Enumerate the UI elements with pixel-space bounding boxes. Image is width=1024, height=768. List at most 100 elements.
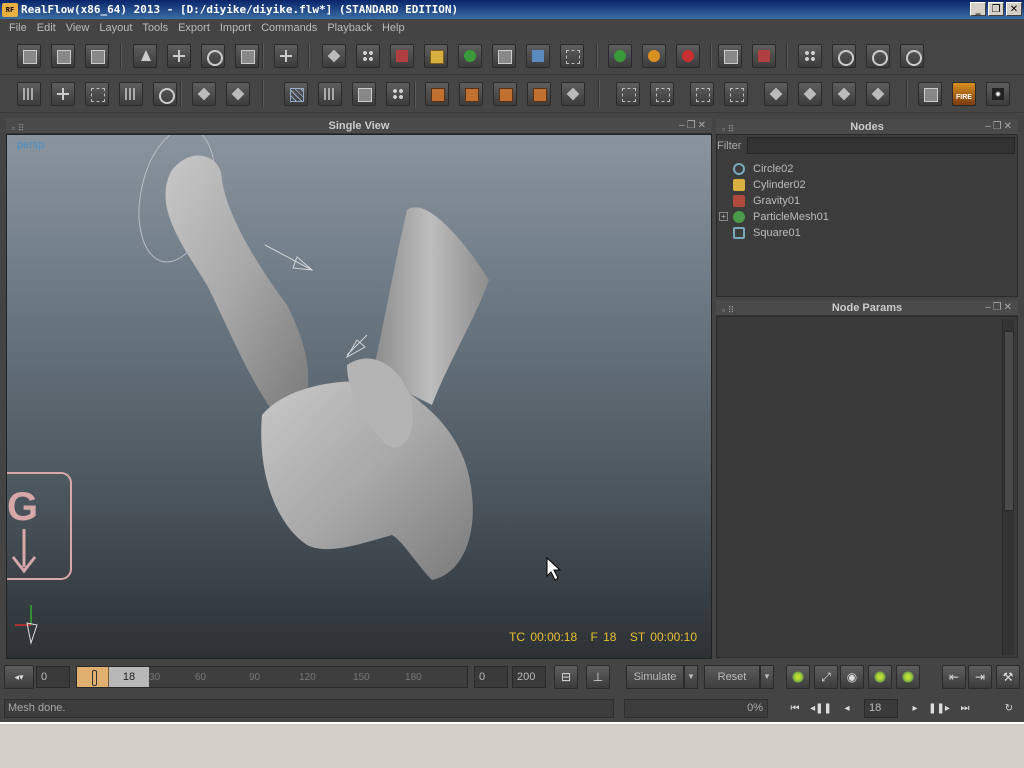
- range-start-field[interactable]: 0: [474, 666, 508, 688]
- panel-window-controls[interactable]: –❐✕: [679, 118, 708, 134]
- key-mode-icon[interactable]: ◂▾: [4, 665, 34, 689]
- playback-frame-field[interactable]: 18: [864, 699, 898, 718]
- add-particles-icon[interactable]: [356, 44, 380, 68]
- node-circle02[interactable]: Circle02: [719, 161, 1015, 177]
- sim-options-icon[interactable]: [786, 665, 810, 689]
- range-end-field[interactable]: 200: [512, 666, 546, 688]
- scrollbar-thumb[interactable]: [1004, 331, 1014, 511]
- sim-red-icon[interactable]: [676, 44, 700, 68]
- view-wire-icon[interactable]: [650, 82, 674, 106]
- graph-editor-icon[interactable]: ⤢: [814, 665, 838, 689]
- box-icon[interactable]: [192, 82, 216, 106]
- menu-import[interactable]: Import: [215, 22, 256, 34]
- snap-icon[interactable]: [51, 82, 75, 106]
- current-frame-field[interactable]: 18: [109, 667, 149, 687]
- sim-orange-icon[interactable]: [642, 44, 666, 68]
- shade-textured-icon[interactable]: [866, 82, 890, 106]
- add-camera-icon[interactable]: [492, 44, 516, 68]
- menu-file[interactable]: File: [4, 22, 32, 34]
- node-gravity01[interactable]: Gravity01: [719, 193, 1015, 209]
- renderkit-icon[interactable]: [986, 82, 1010, 106]
- frame-alt-icon[interactable]: [459, 82, 483, 106]
- reset-dropdown-icon[interactable]: ▼: [760, 665, 774, 689]
- menu-playback[interactable]: Playback: [322, 22, 377, 34]
- frame-icon[interactable]: [425, 82, 449, 106]
- timeline-scrubber[interactable]: [77, 667, 109, 687]
- reset-button[interactable]: Reset: [704, 665, 760, 689]
- batch-icon[interactable]: [832, 44, 856, 68]
- shade-flat-icon[interactable]: [764, 82, 788, 106]
- params-scrollbar[interactable]: [1002, 319, 1014, 655]
- panel-window-controls[interactable]: –❐✕: [985, 119, 1014, 135]
- new-scene-icon[interactable]: [17, 44, 41, 68]
- go-to-start-icon[interactable]: ⏮: [784, 699, 806, 718]
- menu-edit[interactable]: Edit: [32, 22, 61, 34]
- key-next-icon[interactable]: ⊥: [586, 665, 610, 689]
- play-forward-icon[interactable]: ▸: [904, 699, 926, 718]
- step-forward-icon[interactable]: ❚❚▸: [928, 699, 950, 718]
- layout-icon[interactable]: [17, 82, 41, 106]
- view-cube-icon[interactable]: [616, 82, 640, 106]
- preview-eye-icon[interactable]: ◉: [840, 665, 864, 689]
- timeline-start-field[interactable]: 0: [36, 666, 70, 688]
- node-cylinder02[interactable]: Cylinder02: [719, 177, 1015, 193]
- particles-view-icon[interactable]: [386, 82, 410, 106]
- simulate-button[interactable]: Simulate: [626, 665, 684, 689]
- maximize-button[interactable]: ❐: [988, 2, 1004, 16]
- align-icon[interactable]: [85, 82, 109, 106]
- fire-icon[interactable]: [952, 82, 976, 106]
- loop-icon[interactable]: ↻: [998, 699, 1020, 718]
- script-icon[interactable]: [798, 44, 822, 68]
- select-tool-icon[interactable]: [133, 44, 157, 68]
- step-back-icon[interactable]: ◂❚❚: [810, 699, 832, 718]
- particle-mesh-left-stream[interactable]: [165, 155, 309, 410]
- add-object-icon[interactable]: [424, 44, 448, 68]
- rotate-tool-icon[interactable]: [201, 44, 225, 68]
- frame-circle-icon[interactable]: [527, 82, 551, 106]
- key-right-icon[interactable]: ⇥: [968, 665, 992, 689]
- add-mesh-icon[interactable]: [458, 44, 482, 68]
- schedule-icon[interactable]: [866, 44, 890, 68]
- expand-plus-icon[interactable]: +: [719, 212, 728, 221]
- columns-icon[interactable]: [318, 82, 342, 106]
- minimize-button[interactable]: _: [970, 2, 986, 16]
- cache-icon[interactable]: [868, 665, 892, 689]
- key-left-icon[interactable]: ⇤: [942, 665, 966, 689]
- cache-alt-icon[interactable]: [896, 665, 920, 689]
- shade-solid-icon[interactable]: [832, 82, 856, 106]
- export-red-icon[interactable]: [752, 44, 776, 68]
- add-emitter-icon[interactable]: [322, 44, 346, 68]
- node-particlemesh01[interactable]: + ParticleMesh01: [719, 209, 1015, 225]
- distribute-icon[interactable]: [119, 82, 143, 106]
- close-button[interactable]: ✕: [1006, 2, 1022, 16]
- hourglass-icon[interactable]: [561, 82, 585, 106]
- scale-tool-icon[interactable]: [235, 44, 259, 68]
- wrench-icon[interactable]: ⚒: [996, 665, 1020, 689]
- export-icon[interactable]: [718, 44, 742, 68]
- menu-export[interactable]: Export: [173, 22, 215, 34]
- panel-window-controls[interactable]: –❐✕: [985, 300, 1014, 316]
- save-scene-icon[interactable]: [85, 44, 109, 68]
- sheet-icon[interactable]: [352, 82, 376, 106]
- frame-cut-icon[interactable]: [493, 82, 517, 106]
- menu-tools[interactable]: Tools: [137, 22, 173, 34]
- pivot-tool-icon[interactable]: [274, 44, 298, 68]
- filter-input[interactable]: [747, 137, 1015, 154]
- menu-help[interactable]: Help: [377, 22, 410, 34]
- box-alt-icon[interactable]: [226, 82, 250, 106]
- shade-smooth-icon[interactable]: [798, 82, 822, 106]
- node-square01[interactable]: Square01: [719, 225, 1015, 241]
- render-icon[interactable]: [918, 82, 942, 106]
- add-daemon-icon[interactable]: [390, 44, 414, 68]
- open-scene-icon[interactable]: [51, 44, 75, 68]
- move-tool-icon[interactable]: [167, 44, 191, 68]
- go-to-end-icon[interactable]: ⏭: [954, 699, 976, 718]
- menu-view[interactable]: View: [61, 22, 95, 34]
- link-icon[interactable]: [153, 82, 177, 106]
- mesh-tool-icon[interactable]: [284, 82, 308, 106]
- simulate-dropdown-icon[interactable]: ▼: [684, 665, 698, 689]
- sim-green-icon[interactable]: [608, 44, 632, 68]
- key-prev-icon[interactable]: ⊟: [554, 665, 578, 689]
- timeline-ruler[interactable]: 18 30 60 90 120 150 180: [76, 666, 468, 688]
- add-domain-icon[interactable]: [560, 44, 584, 68]
